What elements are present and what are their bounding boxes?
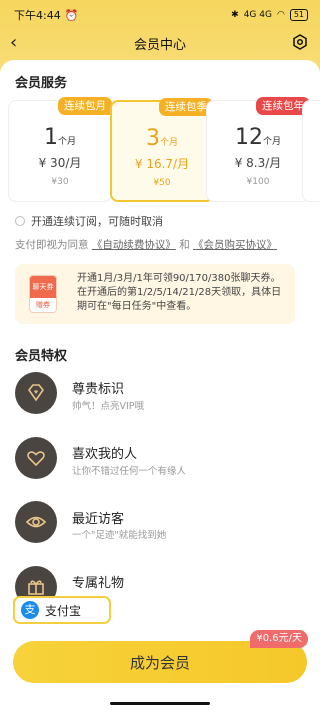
auto-renew-label: 开通连续订阅，可随时取消 xyxy=(31,215,163,228)
agreement-prefix: 支付即视为同意 xyxy=(15,239,89,251)
privilege-title: 尊贵标识 xyxy=(72,382,125,397)
privilege-title: 专属礼物 xyxy=(72,576,125,591)
coupon-banner: 聊天券 赠券 开通1月/3月/1年可领90/170/380张聊天券。在开通后的第… xyxy=(15,264,295,324)
privilege-title: 喜欢我的人 xyxy=(72,447,138,462)
agreement-and: 和 xyxy=(179,239,190,251)
plan-tag: 连续包月 xyxy=(58,97,112,115)
home-indicator xyxy=(110,702,210,705)
purchase-agreement-link[interactable]: 《会员购买协议》 xyxy=(193,239,277,251)
heart-icon xyxy=(15,437,57,479)
plan-card-next[interactable] xyxy=(302,100,320,202)
auto-renew-agreement-link[interactable]: 《自动续费协议》 xyxy=(92,239,176,251)
agreement-row: 支付即视为同意 《自动续费协议》 和 《会员购买协议》 xyxy=(15,237,277,252)
plan-duration: 3个月 xyxy=(145,126,178,151)
privilege-title: 最近访客 xyxy=(72,512,125,527)
plan-price: ¥ 30/月 xyxy=(38,156,82,170)
status-bar: 下午4:44 ⏰ ✱ 4G 4G ◠ 51 xyxy=(0,0,320,30)
nav-bar: ‹ 会员中心 xyxy=(0,30,320,56)
plan-card-monthly[interactable]: 连续包月 1个月 ¥ 30/月 ¥30 xyxy=(8,97,112,202)
auto-renew-option[interactable]: 开通连续订阅，可随时取消 xyxy=(15,213,163,229)
plan-duration: 1个月 xyxy=(43,125,76,150)
coupon-text: 开通1月/3月/1年可领90/170/380张聊天券。在开通后的第1/2/5/1… xyxy=(77,273,282,312)
payment-method-label: 支付宝 xyxy=(45,603,82,618)
battery-icon: 51 xyxy=(289,9,308,21)
chat-coupon-icon: 聊天券 赠券 xyxy=(29,275,57,313)
plan-card-yearly[interactable]: 连续包年 12个月 ¥ 8.3/月 ¥100 xyxy=(206,97,310,202)
radio-button[interactable] xyxy=(15,216,25,226)
privilege-subtitle: 让你不错过任何一个有缘人 xyxy=(72,466,187,477)
signal-icon: 4G 4G xyxy=(243,10,272,20)
status-time: 下午4:44 xyxy=(14,9,61,22)
price-per-day-badge: ¥0.6元/天 xyxy=(250,630,308,648)
bluetooth-icon: ✱ xyxy=(231,10,239,20)
plan-price: ¥ 16.7/月 xyxy=(134,157,190,171)
alipay-icon: 支 xyxy=(21,601,39,619)
plan-total: ¥30 xyxy=(51,177,69,187)
back-icon[interactable]: ‹ xyxy=(10,33,17,53)
page-title: 会员中心 xyxy=(133,37,186,53)
plan-duration: 12个月 xyxy=(234,125,281,150)
eye-icon xyxy=(15,501,57,543)
privilege-subtitle: 帅气！点亮VIP哦 xyxy=(72,401,145,412)
services-title: 会员服务 xyxy=(15,76,68,91)
alarm-icon: ⏰ xyxy=(64,8,79,22)
plan-total: ¥50 xyxy=(153,178,171,188)
plan-card-quarterly[interactable]: 连续包季 3个月 ¥ 16.7/月 ¥50 xyxy=(110,98,214,202)
privilege-subtitle: 一个"足迹"就能找到她 xyxy=(72,530,167,541)
payment-method-selector[interactable]: 支 支付宝 xyxy=(13,596,111,624)
plan-tag: 连续包季 xyxy=(159,98,213,116)
privileges-title: 会员特权 xyxy=(15,349,68,364)
plan-price: ¥ 8.3/月 xyxy=(234,156,282,170)
wifi-icon: ◠ xyxy=(276,10,285,20)
plan-total: ¥100 xyxy=(246,177,270,187)
diamond-heart-icon xyxy=(15,372,57,414)
settings-icon[interactable] xyxy=(292,34,308,50)
